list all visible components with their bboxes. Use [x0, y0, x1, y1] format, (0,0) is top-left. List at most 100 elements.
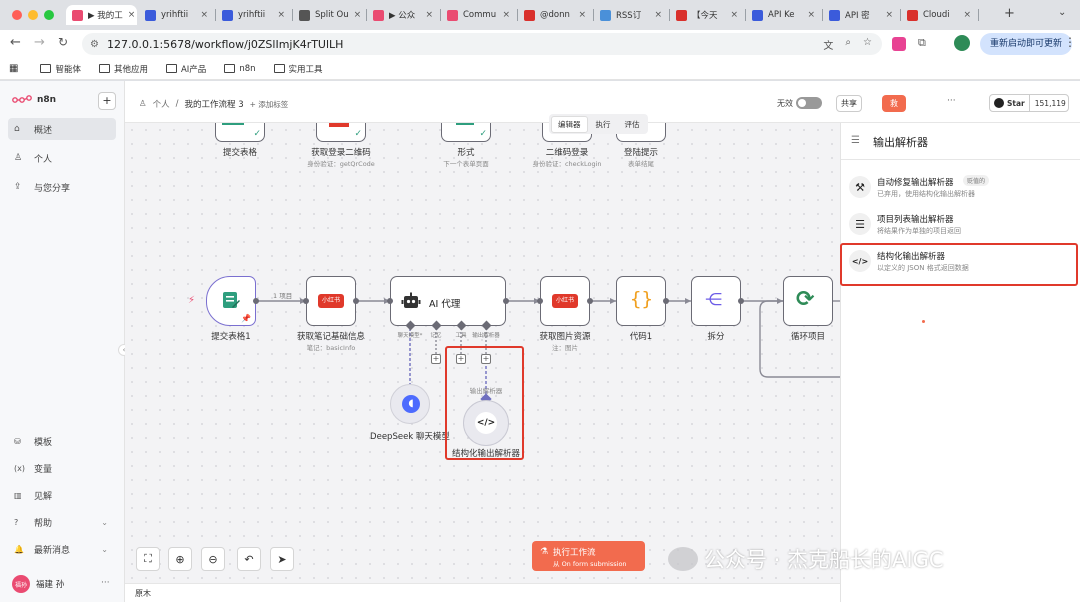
node-sublabel: 下一个表单页面 — [443, 160, 489, 168]
node-split[interactable]: ⋲ — [691, 276, 741, 326]
node-xhs-images[interactable]: 小红书 — [540, 276, 590, 326]
execute-title: 执行工作流 — [553, 548, 596, 558]
node-label: 代码1 — [629, 332, 653, 342]
pin-icon: 📌 — [241, 314, 251, 323]
deprecated-badge: 贬值的 — [963, 175, 990, 186]
watermark: 公众号 · 杰克船长的AIGC — [668, 544, 944, 574]
success-check-icon: ✓ — [354, 129, 362, 139]
input-port[interactable] — [387, 298, 393, 304]
input-port[interactable] — [537, 298, 543, 304]
input-port[interactable] — [303, 298, 309, 304]
fit-view-button[interactable]: ⛶ — [136, 547, 160, 571]
node-sublabel: 表单结尾 — [628, 160, 654, 168]
output-port[interactable] — [587, 298, 593, 304]
breadcrumb-separator: / — [175, 99, 179, 109]
success-check-icon: ✓ — [253, 129, 261, 139]
wechat-icon — [668, 547, 698, 571]
node-label: 结构化输出解析器 — [451, 449, 521, 459]
agent-port-label: 工具 — [455, 333, 467, 339]
parser-list-item[interactable]: ☰ 项目列表输出解析器 将结果作为单独的项目返回 — [845, 208, 1075, 242]
mode-tab[interactable]: 评估 — [619, 117, 646, 132]
output-port[interactable] — [253, 298, 259, 304]
active-toggle[interactable] — [796, 97, 822, 109]
agent-port-label: 聊天模型* — [397, 333, 423, 339]
node-sublabel: 注：图片 — [552, 344, 578, 352]
xiaohongshu-icon: 小红书 — [318, 294, 344, 308]
node-label: DeepSeek 聊天模型 — [370, 432, 450, 442]
output-port[interactable] — [353, 298, 359, 304]
parser-item-desc: 将结果作为单独的项目返回 — [877, 227, 961, 235]
panel-divider — [841, 159, 1080, 160]
logs-bar[interactable]: 原木 — [125, 583, 840, 602]
robot-icon — [401, 292, 421, 308]
workflow-more-icon[interactable]: ··· — [947, 96, 956, 106]
github-star-button[interactable]: Star 151,119 — [989, 94, 1069, 112]
code-braces-icon: {} — [630, 288, 653, 310]
form-icon — [223, 292, 240, 308]
zoom-out-button[interactable]: ⊖ — [201, 547, 225, 571]
output-port[interactable] — [503, 298, 509, 304]
output-port[interactable] — [738, 298, 744, 304]
agent-port-label: 记忆 — [430, 333, 442, 339]
execute-subtitle: 从 On form submission — [553, 560, 627, 568]
node-label: 获取笔记基础信息 — [296, 332, 366, 342]
code-tag-icon: </> — [475, 412, 497, 434]
user-icon: ♙ — [139, 99, 147, 109]
parser-list-item[interactable]: ⚒ 自动修复输出解析器已弃用，使用结构化输出解析器 贬值的 — [845, 171, 1075, 205]
execute-workflow-button[interactable]: ⚗ 执行工作流 从 On form submission — [532, 541, 645, 571]
node-loop[interactable]: ⟳ — [783, 276, 833, 326]
node-form-trigger[interactable]: 📌 — [206, 276, 256, 326]
node-label: 登陆提示 — [623, 148, 659, 158]
output-port[interactable] — [663, 298, 669, 304]
success-check-icon: ✓ — [479, 129, 487, 139]
node-ai-agent[interactable]: AI 代理 — [390, 276, 506, 326]
deepseek-whale-icon: ◖ — [402, 395, 420, 413]
trigger-bolt-icon: ⚡ — [188, 295, 196, 306]
tools-icon: ⚒ — [849, 176, 871, 198]
node-structured-parser[interactable]: </> — [463, 400, 509, 446]
xiaohongshu-icon: 小红书 — [552, 294, 578, 308]
node-label: 拆分 — [707, 332, 725, 342]
breadcrumb-owner[interactable]: 个人 — [153, 98, 170, 110]
node-deepseek-model[interactable]: ◖ — [390, 384, 430, 424]
mode-tabs: 编辑器 执行 评估 — [549, 114, 648, 134]
github-star-count: 151,119 — [1034, 98, 1066, 108]
node-label: 提交表格 — [222, 148, 258, 158]
node-sublabel: 身份验证：checkLogin — [532, 160, 602, 168]
node-label: 获取登录二维码 — [311, 148, 371, 158]
node-label: 提交表格1 — [211, 332, 251, 342]
undo-button[interactable]: ↶ — [237, 547, 261, 571]
github-icon — [994, 98, 1004, 108]
tidy-up-button[interactable]: ➤ — [270, 547, 294, 571]
node-label: 二维码登录 — [545, 148, 589, 158]
add-subnode-button[interactable]: + — [431, 354, 441, 364]
parser-item-title: 项目列表输出解析器 — [877, 215, 954, 225]
active-toggle-label: 无效 — [777, 99, 793, 108]
split-icon: ⋲ — [705, 290, 722, 310]
node-title: AI 代理 — [429, 299, 461, 310]
agent-port-label: 输出解析器 — [472, 333, 500, 339]
panel-list-icon: ☰ — [851, 135, 860, 146]
edge-item-count: 1 项目 — [273, 292, 293, 300]
node-xhs-basic[interactable]: 小红书 — [306, 276, 356, 326]
add-tag-link[interactable]: + 添加标签 — [250, 99, 289, 110]
share-button[interactable]: 共享 — [836, 95, 862, 112]
node-label: 循环项目 — [790, 332, 826, 342]
loop-arrows-icon: ⟳ — [796, 287, 815, 312]
mode-tab[interactable]: 编辑器 — [551, 115, 588, 133]
zoom-in-button[interactable]: ⊕ — [168, 547, 192, 571]
flask-icon: ⚗ — [540, 547, 549, 557]
logs-label: 原木 — [135, 589, 151, 598]
mode-tab[interactable]: 执行 — [590, 117, 617, 132]
parser-item-title: 自动修复输出解析器 — [877, 178, 954, 188]
node-sublabel: 笔记：basicInfo — [306, 344, 356, 352]
save-button[interactable]: 救 — [882, 95, 906, 112]
node-label: 形式 — [457, 148, 475, 158]
cursor-dot — [922, 320, 925, 323]
workflow-name[interactable]: 我的工作流程 3 — [185, 98, 244, 110]
node-code[interactable]: {} — [616, 276, 666, 326]
node-sublabel: 身份验证：getQrCode — [307, 160, 375, 168]
watermark-text: 公众号 · 杰克船长的AIGC — [704, 548, 944, 572]
parser-item-desc: 已弃用，使用结构化输出解析器 — [877, 190, 975, 198]
github-star-label: Star — [1007, 98, 1025, 108]
